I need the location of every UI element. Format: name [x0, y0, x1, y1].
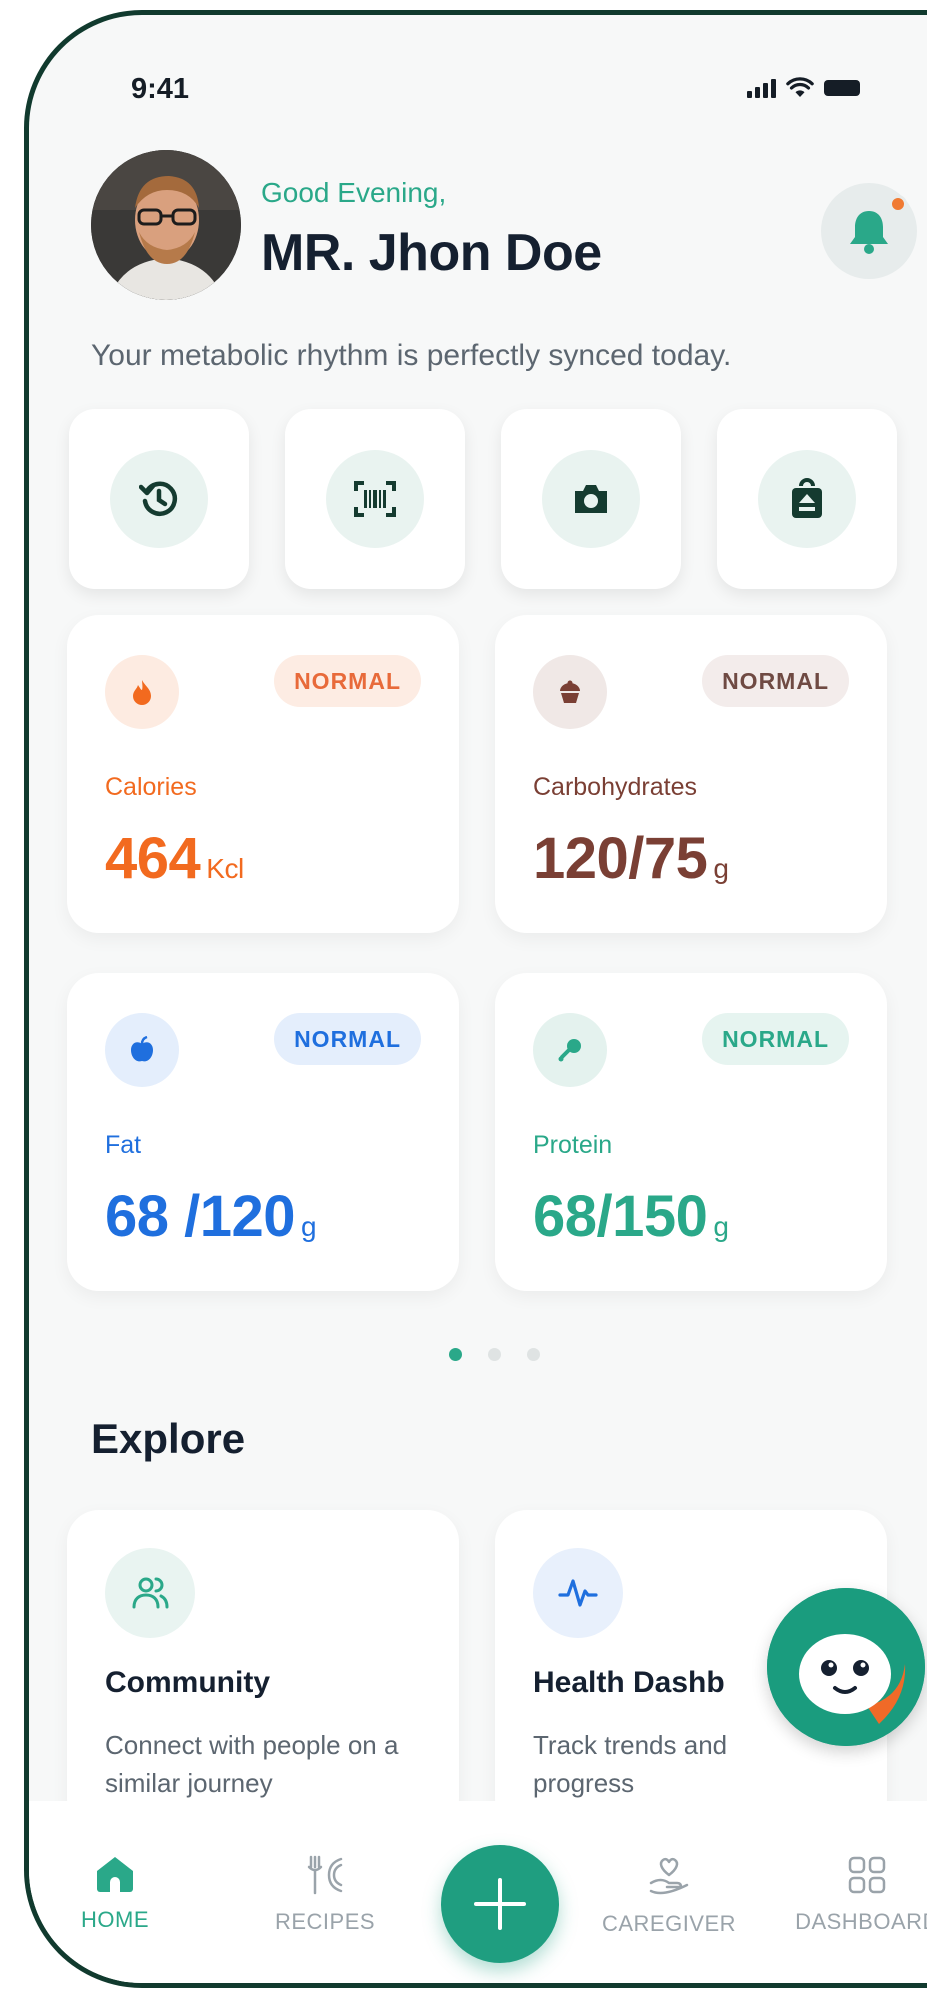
health-dashboard-title: Health Dashb	[533, 1666, 725, 1699]
phone-screen: 9:41 Good Evening, MR. Jhon Doe Your met…	[24, 10, 927, 1988]
camera-icon	[575, 485, 607, 513]
community-icon	[105, 1548, 195, 1638]
pager-dots[interactable]	[449, 1348, 540, 1361]
calories-label: Calories	[105, 773, 197, 801]
camera-button[interactable]	[501, 409, 681, 589]
carbohydrates-value: 120/75 g	[533, 826, 729, 891]
fat-card[interactable]: NORMAL Fat 68 /120 g	[67, 973, 459, 1291]
fork-knife-icon	[307, 1855, 343, 1895]
pager-dot[interactable]	[488, 1348, 501, 1361]
nav-home[interactable]: HOME	[55, 1855, 175, 1933]
status-time: 9:41	[131, 73, 190, 105]
community-description: Connect with people on a similar journey	[105, 1730, 399, 1798]
calories-value: 464 Kcl	[105, 826, 244, 891]
pager-dot[interactable]	[449, 1348, 462, 1361]
nav-home-label: HOME	[81, 1907, 149, 1932]
battery-icon	[824, 80, 860, 96]
protein-value: 68/150 g	[533, 1184, 729, 1249]
community-card[interactable]: Community Connect with people on a simil…	[67, 1510, 459, 1830]
fat-status-badge: NORMAL	[274, 1013, 421, 1065]
add-button[interactable]	[441, 1845, 559, 1963]
community-title: Community	[105, 1666, 270, 1699]
protein-status-badge: NORMAL	[702, 1013, 849, 1065]
signal-icon	[747, 78, 776, 98]
grid-icon	[848, 1856, 886, 1894]
protein-label: Protein	[533, 1131, 613, 1159]
pulse-icon	[533, 1548, 623, 1638]
barcode-scan-button[interactable]	[285, 409, 465, 589]
carbohydrates-card[interactable]: NORMAL Carbohydrates 120/75 g	[495, 615, 887, 933]
user-name: MR. Jhon Doe	[261, 224, 602, 282]
history-button[interactable]	[69, 409, 249, 589]
notification-dot	[889, 195, 907, 213]
home-icon	[97, 1857, 133, 1892]
mascot-icon	[767, 1588, 925, 1746]
nav-recipes[interactable]: RECIPES	[255, 1855, 395, 1935]
bag-upload-button[interactable]	[717, 409, 897, 589]
nav-caregiver-label: CAREGIVER	[601, 1911, 737, 1936]
apple-icon	[105, 1013, 179, 1087]
greeting-text: Good Evening,	[261, 177, 447, 208]
fat-label: Fat	[105, 1131, 142, 1159]
carbohydrates-status-badge: NORMAL	[702, 655, 849, 707]
nav-recipes-label: RECIPES	[274, 1909, 376, 1934]
cupcake-icon	[533, 655, 607, 729]
history-icon	[139, 481, 178, 516]
avatar[interactable]	[91, 150, 241, 300]
barcode-scan-icon	[354, 481, 396, 517]
protein-card[interactable]: NORMAL Protein 68/150 g	[495, 973, 887, 1291]
notification-button[interactable]	[821, 183, 917, 279]
explore-heading: Explore	[91, 1415, 246, 1462]
plus-icon	[474, 1878, 526, 1930]
bell-icon	[850, 211, 888, 254]
status-icons	[747, 77, 860, 99]
nav-dashboard[interactable]: DASHBOARD	[787, 1855, 927, 1935]
drumstick-icon	[533, 1013, 607, 1087]
calories-status-badge: NORMAL	[274, 655, 421, 707]
flame-icon	[105, 655, 179, 729]
assistant-mascot-button[interactable]	[767, 1588, 925, 1746]
pager-dot[interactable]	[527, 1348, 540, 1361]
bag-upload-icon	[792, 478, 822, 518]
fat-value: 68 /120 g	[105, 1184, 317, 1249]
calories-card[interactable]: NORMAL Calories 464 Kcl	[67, 615, 459, 933]
heart-hand-icon	[649, 1857, 689, 1895]
nav-caregiver[interactable]: CAREGIVER	[589, 1855, 749, 1937]
nav-dashboard-label: DASHBOARD	[795, 1909, 927, 1934]
wifi-icon	[786, 77, 814, 97]
carbohydrates-label: Carbohydrates	[533, 773, 697, 801]
status-tagline: Your metabolic rhythm is perfectly synce…	[91, 339, 732, 372]
